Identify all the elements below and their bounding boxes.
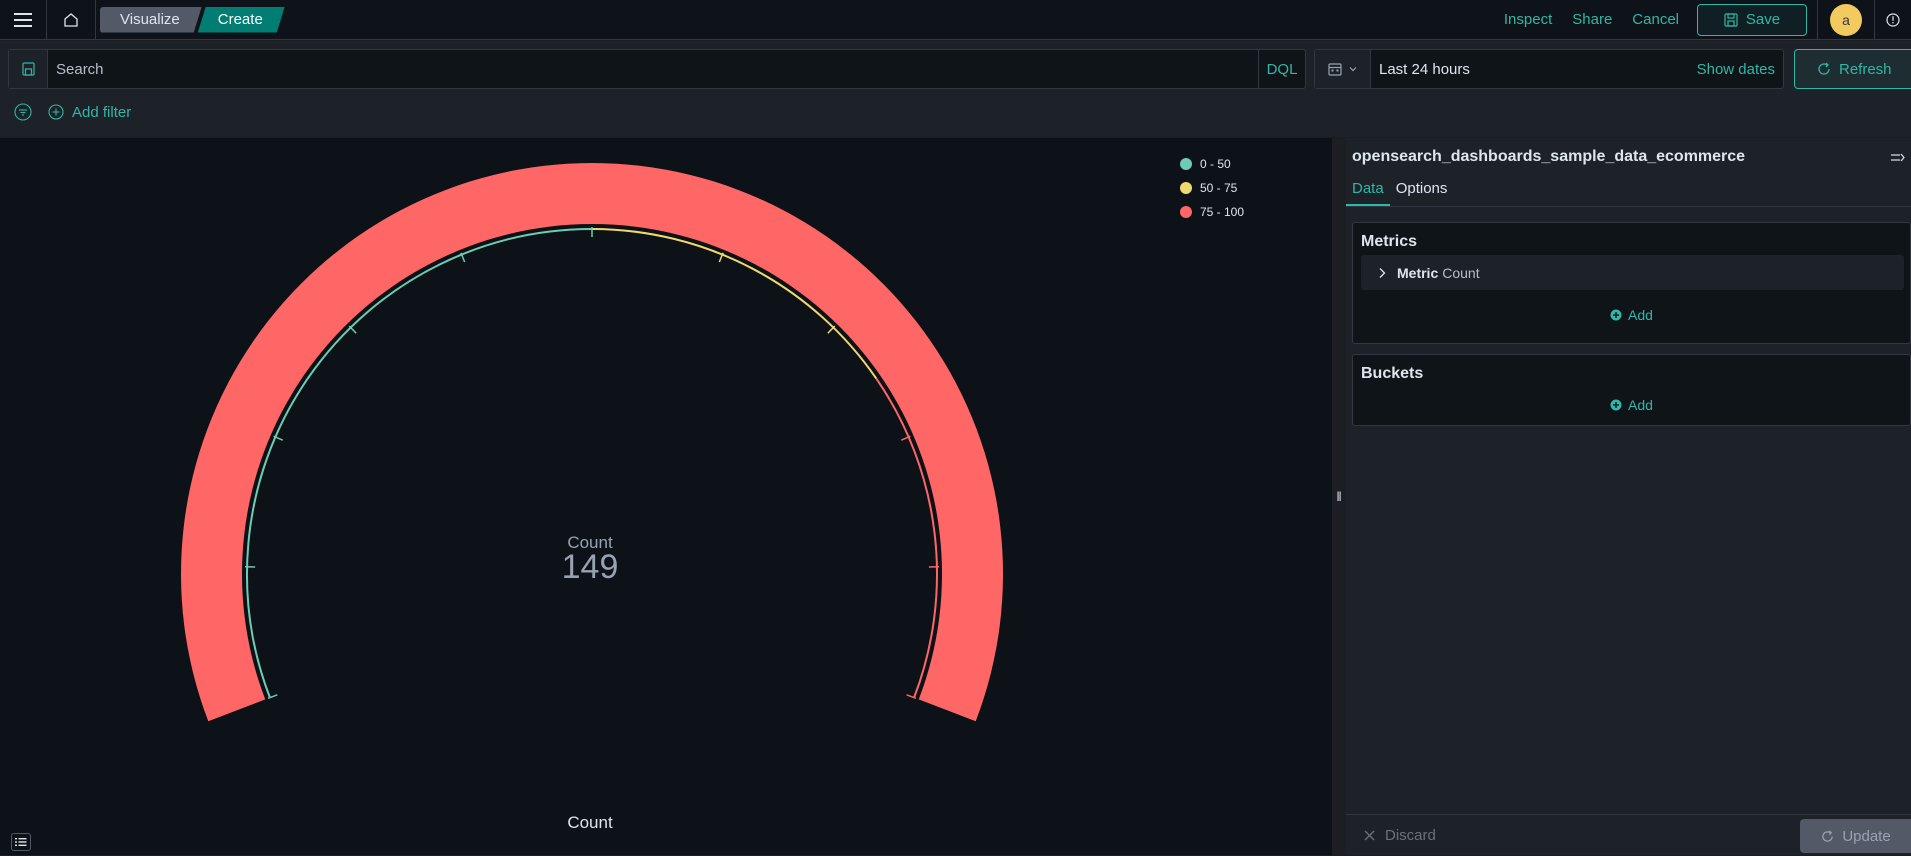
nav-divider [1817, 0, 1818, 40]
index-pattern-title: opensearch_dashboards_sample_data_ecomme… [1352, 148, 1745, 166]
calendar-icon [1328, 62, 1342, 76]
gauge-value: 149 [530, 548, 650, 587]
legend-color-dot [1180, 182, 1192, 194]
save-label: Save [1746, 11, 1780, 28]
plus-circle-icon [48, 104, 64, 120]
panel-resize-handle[interactable]: ‖ [1332, 138, 1346, 855]
quick-select-button[interactable] [1315, 50, 1371, 88]
legend-label: 75 - 100 [1200, 205, 1244, 219]
add-filter-label: Add filter [72, 104, 131, 121]
legend-color-dot [1180, 206, 1192, 218]
refresh-icon [1817, 62, 1831, 76]
menu-icon[interactable] [0, 0, 46, 40]
update-label: Update [1842, 828, 1890, 845]
buckets-title: Buckets [1361, 365, 1423, 383]
refresh-button[interactable]: Refresh [1794, 49, 1911, 89]
collapse-sidebar-icon[interactable] [1890, 151, 1906, 170]
add-bucket-button[interactable]: Add [1353, 397, 1910, 413]
chart-title: Count [520, 813, 660, 833]
legend-item[interactable]: 0 - 50 [1180, 152, 1244, 176]
breadcrumb-create[interactable]: Create [198, 7, 285, 33]
metric-type: Count [1442, 265, 1479, 281]
inspect-link[interactable]: Inspect [1494, 11, 1562, 28]
search-bar: DQL [8, 49, 1306, 89]
nav-divider [95, 0, 96, 40]
help-icon[interactable] [1874, 0, 1911, 40]
sidebar-tabs: Data Options [1346, 176, 1911, 207]
metrics-title: Metrics [1361, 233, 1417, 251]
add-filter-button[interactable]: Add filter [48, 104, 131, 121]
legend: 0 - 50 50 - 75 75 - 100 [1180, 152, 1244, 224]
save-icon [1724, 13, 1738, 27]
breadcrumb: Visualize Create [100, 7, 281, 33]
saved-query-icon[interactable] [9, 50, 48, 88]
date-range-text[interactable]: Last 24 hours [1371, 61, 1697, 78]
top-nav: Visualize Create Inspect Share Cancel Sa… [0, 0, 1911, 40]
query-bar: DQL Last 24 hours Show dates Refresh Add… [0, 41, 1911, 137]
avatar[interactable]: a [1830, 4, 1862, 36]
sidebar-footer: Discard Update [1346, 814, 1911, 856]
legend-color-dot [1180, 158, 1192, 170]
share-link[interactable]: Share [1562, 11, 1622, 28]
save-button[interactable]: Save [1697, 4, 1807, 36]
home-icon[interactable] [47, 0, 95, 40]
query-language-button[interactable]: DQL [1258, 50, 1305, 88]
chevron-down-icon [1348, 64, 1358, 74]
gauge-tick [349, 326, 356, 333]
gauge-tick [828, 326, 835, 333]
add-label: Add [1628, 307, 1653, 323]
plus-circle-icon [1610, 309, 1622, 321]
tab-options[interactable]: Options [1390, 176, 1454, 206]
gauge-chart [0, 138, 1332, 855]
metrics-section: Metrics Metric Count Add [1352, 222, 1911, 344]
legend-label: 0 - 50 [1200, 157, 1231, 171]
discard-label: Discard [1385, 827, 1436, 844]
add-label: Add [1628, 397, 1653, 413]
breadcrumb-visualize[interactable]: Visualize [100, 7, 202, 33]
add-metric-button[interactable]: Add [1353, 307, 1910, 323]
buckets-section: Buckets Add [1352, 354, 1911, 426]
filter-options-icon[interactable] [14, 103, 32, 121]
legend-item[interactable]: 75 - 100 [1180, 200, 1244, 224]
list-icon[interactable] [11, 833, 31, 851]
show-dates-button[interactable]: Show dates [1697, 61, 1783, 78]
editor-sidebar: opensearch_dashboards_sample_data_ecomme… [1346, 138, 1911, 855]
visualization-panel: 0 - 50 50 - 75 75 - 100 Count 149 Count [0, 138, 1332, 855]
tab-data[interactable]: Data [1346, 176, 1390, 206]
legend-label: 50 - 75 [1200, 181, 1237, 195]
metric-name: Metric [1397, 265, 1438, 281]
gauge-value-arc [181, 163, 1003, 721]
cancel-link[interactable]: Cancel [1622, 11, 1689, 28]
refresh-icon [1821, 830, 1834, 843]
close-icon [1364, 830, 1375, 841]
date-picker: Last 24 hours Show dates [1314, 49, 1784, 89]
metric-item[interactable]: Metric Count [1361, 255, 1904, 290]
update-button[interactable]: Update [1800, 819, 1911, 853]
plus-circle-icon [1610, 399, 1622, 411]
search-input[interactable] [48, 60, 1258, 79]
refresh-label: Refresh [1839, 61, 1892, 78]
discard-button[interactable]: Discard [1364, 827, 1436, 844]
chevron-right-icon[interactable] [1377, 267, 1387, 279]
legend-item[interactable]: 50 - 75 [1180, 176, 1244, 200]
